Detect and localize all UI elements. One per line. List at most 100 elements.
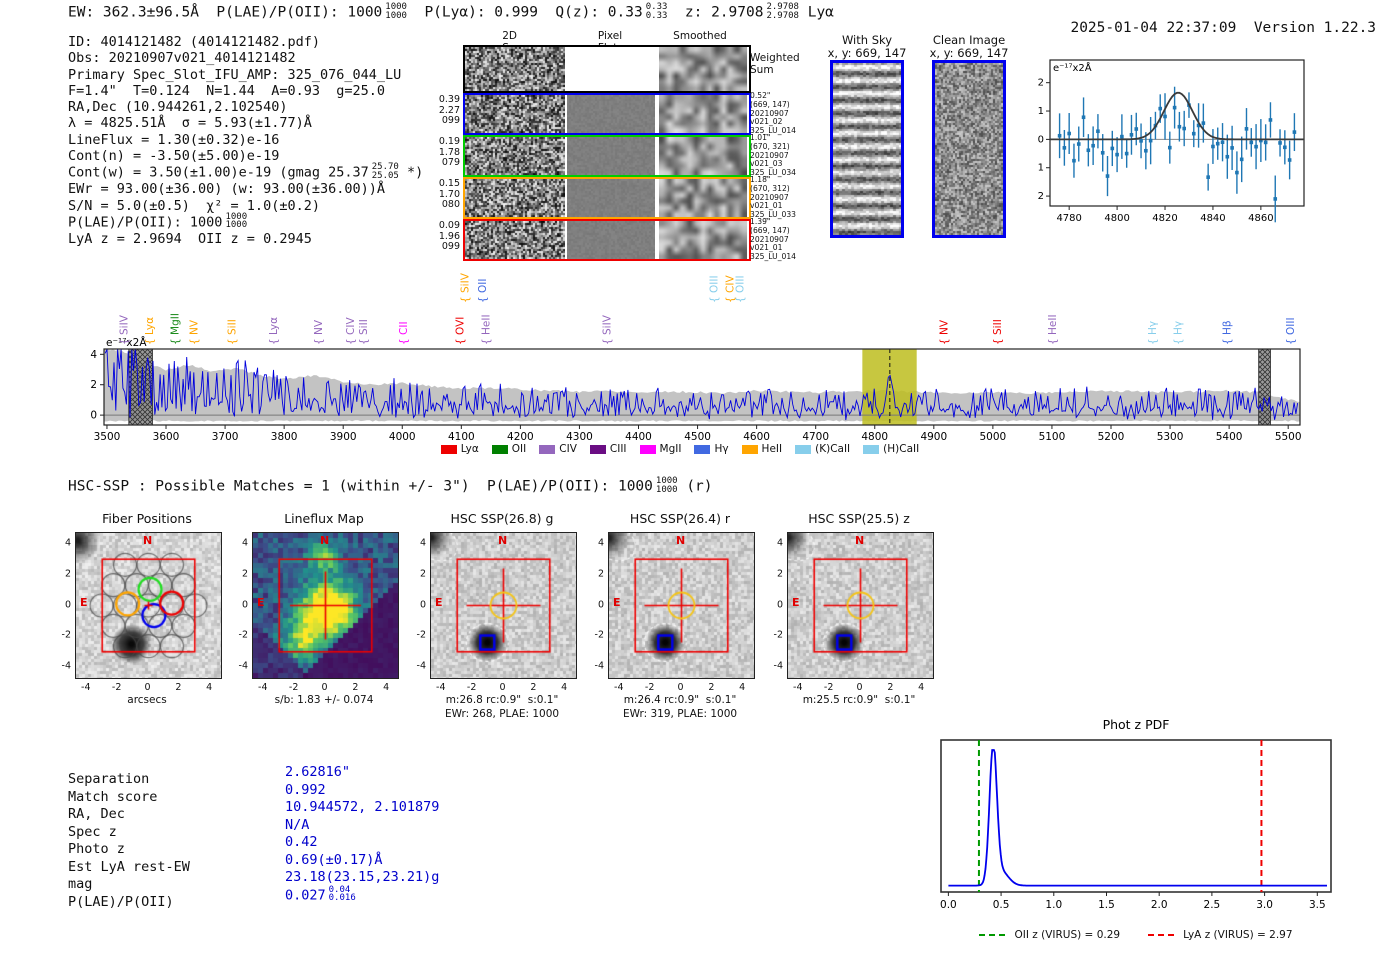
details-text-4: RA,Dec (10.944261,2.102540)	[68, 99, 288, 116]
emission-label-Hγ: { Hγ	[1147, 321, 1159, 345]
panel-sublabel-3: EWr: 319, PLAE: 1000	[622, 708, 738, 720]
svg-text:4780: 4780	[1056, 213, 1081, 224]
details-line-2: Primary Spec_Slot_IFU_AMP: 325_076_044_L…	[68, 67, 423, 83]
match-label-1: Match score	[68, 788, 158, 805]
pixel-flat-image	[567, 95, 655, 133]
match-label-6: mag	[68, 876, 93, 892]
y-tick-label: 4	[776, 537, 783, 549]
match-value-0: 2.62816"	[285, 764, 439, 782]
z-value-fraction: 2.9708 2.9708	[766, 2, 799, 21]
legend-label: (H)CaII	[883, 443, 920, 455]
2d-spec-image	[465, 137, 565, 175]
qz-value-fraction: 0.33 0.33	[645, 2, 668, 21]
svg-text:4100: 4100	[448, 431, 475, 442]
legend-swatch	[491, 444, 508, 454]
details-line-0: ID: 4014121482 (4014121482.pdf)	[68, 34, 423, 50]
emission-label-SiIV: { SiIV	[119, 314, 131, 345]
with-sky-image	[830, 60, 904, 238]
details-line-11: P(LAE)/P(OII): 1000 1000 1000	[68, 213, 423, 231]
details-text-3: F=1.4" T=0.124 N=1.44 A=0.93 g=25.0	[68, 82, 385, 99]
y-tick-label: -2	[238, 629, 248, 641]
qz-value: Q(z): 0.33	[555, 4, 643, 21]
x-tick-label: 2	[708, 682, 715, 693]
fiber-cutout-row-1	[463, 93, 751, 135]
smoothed-image	[659, 47, 747, 91]
svg-text:4800: 4800	[1104, 213, 1129, 224]
clean-image-coords: x, y: 669, 147	[929, 46, 1009, 60]
details-text-2: Primary Spec_Slot_IFU_AMP: 325_076_044_L…	[68, 66, 402, 83]
svg-text:4000: 4000	[389, 431, 416, 442]
x-tick-label: 2	[175, 682, 182, 693]
details-line-5: λ = 4825.51Å σ = 5.93(±1.77)Å	[68, 115, 423, 131]
emission-label-HeII: { HeII	[481, 314, 493, 345]
x-tick-label: 4	[383, 682, 390, 693]
details-line-6: LineFlux = 1.30(±0.32)e-16	[68, 132, 423, 148]
legend-label: (K)CaII	[815, 443, 851, 455]
y-tick-label: 4	[419, 537, 426, 549]
svg-text:3500: 3500	[94, 431, 121, 442]
legend-swatch	[795, 444, 812, 454]
svg-text:3.5: 3.5	[1309, 899, 1326, 911]
y-tick-label: -2	[773, 629, 783, 641]
legend-item-5: Hγ	[694, 443, 729, 455]
y-tick-label: 4	[64, 537, 71, 549]
panel-xlabel-4: m:25.5 rc:0.9" s:0.1"	[802, 694, 916, 706]
svg-text:2: 2	[90, 379, 97, 391]
details-text-5: λ = 4825.51Å σ = 5.93(±1.77)Å	[68, 115, 312, 132]
svg-text:e⁻¹⁷x2Å: e⁻¹⁷x2Å	[1053, 61, 1092, 74]
y-tick-label: 0	[241, 599, 248, 610]
emission-label-SiIV: { SiIV	[459, 272, 471, 303]
details-text-7: Cont(n) = -3.50(±5.00)e-19	[68, 148, 280, 165]
y-tick-label: 2	[597, 568, 604, 580]
line-fit-zoom-plot: 4780 4800 4820 4840 4860 -2 -1 0 1 2 e⁻¹⁷x2Å	[1038, 59, 1305, 224]
match-label-5: Est LyA rest-EW	[68, 858, 190, 875]
details-line-3: F=1.4" T=0.124 N=1.44 A=0.93 g=25.0	[68, 83, 423, 99]
match-value-text-6: 23.18(23.15,23.21)g	[285, 869, 440, 885]
svg-text:0.5: 0.5	[993, 899, 1010, 911]
x-tick-label: -4	[258, 682, 268, 693]
details-text-10: S/N = 5.0(±0.5) χ² = 1.0(±0.2)	[68, 197, 320, 214]
y-tick-label: -4	[61, 660, 71, 672]
match-value-text-2: 10.944572, 2.101879	[285, 799, 440, 815]
hsc-match-text-fraction: 1000 1000	[655, 476, 678, 495]
legend-item-8: (H)CaII	[863, 443, 919, 455]
x-tick-label: -4	[81, 682, 91, 693]
svg-text:4400: 4400	[625, 431, 652, 442]
fiber-cutout-row-3	[463, 177, 751, 219]
legend-item-1: OII	[491, 443, 526, 455]
row-left-stats: 0.39 2.27 099	[438, 94, 460, 126]
x-tick-label: 0	[144, 682, 151, 693]
svg-text:4840: 4840	[1200, 213, 1225, 224]
details-text-0: ID: 4014121482 (4014121482.pdf)	[68, 34, 320, 50]
svg-text:2.5: 2.5	[1204, 899, 1221, 911]
panel-image-lineflux-1: NE	[252, 532, 399, 679]
emission-label-Hβ: { Hβ	[1221, 320, 1233, 345]
legend-swatch	[440, 444, 457, 454]
smoothed-image	[659, 179, 747, 217]
weighted-sum-row	[463, 45, 751, 93]
legend-item-0: Lyα	[440, 443, 479, 455]
emission-label-Lyα: { Lyα	[268, 317, 280, 345]
svg-text:4300: 4300	[566, 431, 593, 442]
smoothed-image	[659, 137, 747, 175]
svg-text:5300: 5300	[1157, 431, 1184, 442]
legend-item-6: HeII	[741, 443, 782, 455]
svg-text:4900: 4900	[920, 431, 947, 442]
x-tick-label: 0	[321, 682, 328, 693]
emission-label-SiIV: { SiIV	[602, 314, 614, 345]
pixel-flat-image	[567, 221, 655, 259]
2d-spec-image	[465, 221, 565, 259]
details-line-1: Obs: 20210907v021_4014121482	[68, 50, 423, 66]
legend-swatch	[694, 444, 711, 454]
y-tick-label: -4	[416, 660, 426, 672]
match-label-3: Spec z	[68, 823, 117, 840]
legend-swatch	[863, 444, 880, 454]
compass-north: N	[855, 534, 865, 547]
panel-xlabel-1: s/b: 1.83 +/- 0.074	[274, 694, 374, 706]
details-text-1: Obs: 20210907v021_4014121482	[68, 50, 296, 67]
match-value-text-5: 0.69(±0.17)Å	[285, 851, 383, 868]
match-label-2: RA, Dec	[68, 806, 125, 822]
emission-label-CIV: { CIV	[345, 317, 357, 345]
compass-east: E	[613, 596, 621, 609]
compass-north: N	[143, 534, 153, 547]
